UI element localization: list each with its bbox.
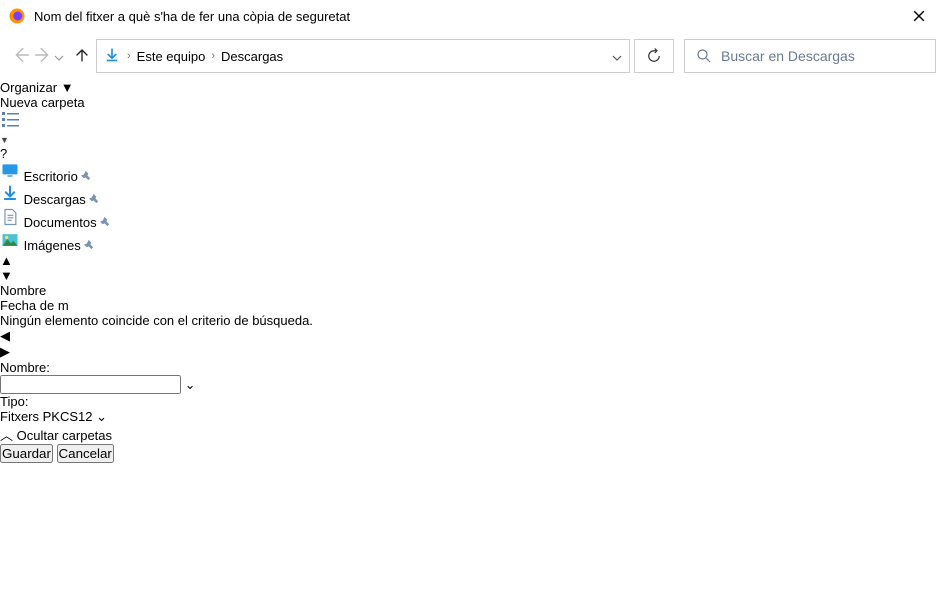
scroll-right-arrow-icon[interactable]: ▶ (0, 344, 946, 360)
desktop-icon (0, 169, 24, 184)
save-button[interactable]: Guardar (0, 444, 53, 463)
help-button[interactable]: ? (0, 146, 946, 161)
nav-up-button[interactable] (72, 45, 92, 68)
downloads-location-icon (103, 47, 121, 65)
sidebar-item-label: Imágenes (24, 238, 81, 253)
column-header-date[interactable]: Fecha de m (0, 298, 946, 313)
address-bar[interactable]: › Este equipo › Descargas (96, 39, 630, 73)
pin-icon (100, 215, 111, 230)
new-folder-label: Nueva carpeta (0, 95, 85, 110)
breadcrumb-separator-icon: › (209, 50, 217, 62)
filename-combobox[interactable]: ⌄ (0, 375, 946, 394)
firefox-app-icon (8, 7, 26, 25)
pin-icon (81, 169, 92, 184)
filename-label: Nombre: (0, 360, 50, 375)
pin-icon (89, 192, 100, 207)
sidebar-item-desktop[interactable]: Escritorio (0, 161, 946, 184)
new-folder-button[interactable]: Nueva carpeta (0, 95, 946, 110)
address-history-dropdown[interactable] (611, 49, 623, 64)
chevron-down-icon[interactable]: ⌄ (96, 409, 107, 424)
hide-folders-toggle[interactable]: ︿ Ocultar carpetas (0, 425, 946, 444)
search-box[interactable] (684, 39, 936, 73)
scroll-left-arrow-icon[interactable]: ◀ (0, 328, 946, 344)
filetype-combobox[interactable]: Fitxers PKCS12 ⌄ (0, 409, 946, 425)
refresh-button[interactable] (634, 39, 674, 73)
help-glyph: ? (0, 146, 7, 161)
column-header-name[interactable]: Nombre (0, 283, 946, 298)
organize-label: Organizar (0, 80, 57, 95)
sidebar-item-downloads[interactable]: Descargas (0, 184, 946, 207)
breadcrumb-separator-icon: › (125, 50, 133, 62)
filename-input[interactable] (0, 375, 181, 394)
chevron-up-icon: ︿ (0, 428, 13, 443)
document-icon (0, 215, 24, 230)
file-list-area: Nombre Fecha de m Ningún elemento coinci… (0, 283, 946, 360)
navigation-sidebar: Escritorio Descargas Documentos (0, 161, 946, 283)
empty-results-message: Ningún elemento coincide con el criterio… (0, 313, 946, 328)
horizontal-scrollbar[interactable]: ◀ ▶ (0, 328, 946, 360)
window-title: Nom del fitxer a què s'ha de fer una còp… (34, 9, 896, 24)
hide-folders-label: Ocultar carpetas (17, 428, 112, 443)
breadcrumb-this-pc[interactable]: Este equipo (133, 49, 210, 64)
filetype-value: Fitxers PKCS12 (0, 409, 92, 424)
sidebar-item-label: Documentos (24, 215, 97, 230)
breadcrumb-downloads[interactable]: Descargas (217, 49, 287, 64)
nav-recent-dropdown[interactable] (54, 49, 72, 64)
sidebar-item-documents[interactable]: Documentos (0, 207, 946, 230)
pin-icon (84, 238, 95, 253)
download-icon (0, 192, 24, 207)
dropdown-triangle-icon: ▼ (61, 80, 74, 95)
image-icon (0, 238, 24, 253)
view-options-dropdown[interactable]: ▼ (0, 131, 16, 146)
filetype-label: Tipo: (0, 394, 28, 409)
search-icon (695, 47, 713, 65)
sidebar-item-label: Escritorio (24, 169, 78, 184)
window-close-button[interactable] (896, 0, 942, 32)
scroll-down-arrow-icon[interactable]: ▼ (0, 268, 946, 283)
nav-forward-button[interactable] (32, 44, 54, 69)
organize-menu[interactable]: Organizar ▼ (0, 80, 946, 95)
sidebar-item-images[interactable]: Imágenes (0, 230, 946, 253)
sidebar-scrollbar[interactable]: ▲ ▼ (0, 253, 946, 283)
search-input[interactable] (721, 48, 925, 64)
nav-back-button[interactable] (10, 44, 32, 69)
cancel-button[interactable]: Cancelar (57, 444, 114, 463)
chevron-down-icon[interactable]: ⌄ (185, 377, 196, 392)
scroll-up-arrow-icon[interactable]: ▲ (0, 253, 946, 268)
sidebar-item-label: Descargas (24, 192, 86, 207)
view-options-button[interactable] (0, 110, 946, 131)
